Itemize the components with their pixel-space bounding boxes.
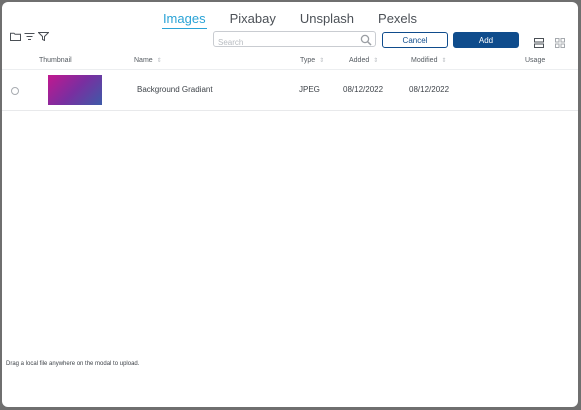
column-thumbnail: Thumbnail [39, 57, 72, 64]
sort-icon[interactable]: ⇕ [441, 58, 446, 64]
search-icon[interactable] [360, 33, 372, 51]
cancel-button[interactable]: Cancel [382, 32, 448, 48]
column-type[interactable]: Type ⇕ [300, 57, 324, 64]
cell-modified: 08/12/2022 [409, 85, 450, 94]
column-name[interactable]: Name ⇕ [134, 57, 162, 64]
upload-hint: Drag a local file anywhere on the modal … [6, 361, 140, 367]
table-row[interactable]: Background Gradiant JPEG 08/12/2022 08/1… [2, 70, 578, 111]
sort-icon[interactable]: ⇕ [373, 58, 378, 64]
cell-added: 08/12/2022 [343, 85, 384, 94]
search-input[interactable] [214, 35, 358, 50]
column-added[interactable]: Added ⇕ [349, 57, 378, 64]
cell-type: JPEG [299, 85, 320, 94]
source-tabs: Images Pixabay Unsplash Pexels [2, 11, 578, 29]
sort-icon[interactable]: ⇕ [319, 58, 324, 64]
tab-unsplash[interactable]: Unsplash [299, 11, 355, 29]
table-header: Thumbnail Name ⇕ Type ⇕ Added ⇕ Modified ⇕ U… [2, 57, 578, 69]
sort-icon[interactable]: ⇕ [157, 58, 162, 64]
cell-name: Background Gradiant [137, 85, 213, 94]
folder-icon[interactable] [10, 32, 21, 41]
grid-view-icon[interactable] [555, 35, 565, 53]
list-view-icon[interactable] [534, 35, 544, 53]
row-select-radio[interactable] [11, 87, 19, 95]
tab-images[interactable]: Images [161, 11, 207, 29]
media-picker-modal: Images Pixabay Unsplash Pexels Cancel Ad… [2, 2, 578, 407]
column-modified[interactable]: Modified ⇕ [411, 57, 447, 64]
toolbar-icons [10, 32, 49, 41]
thumbnail-image [48, 75, 102, 105]
add-button[interactable]: Add [453, 32, 519, 48]
tab-pixabay[interactable]: Pixabay [229, 11, 277, 29]
search-box [213, 31, 376, 50]
tab-pexels[interactable]: Pexels [377, 11, 418, 29]
filter-icon[interactable] [38, 32, 49, 41]
column-usage: Usage [525, 57, 546, 64]
sort-lines-icon[interactable] [24, 32, 35, 41]
